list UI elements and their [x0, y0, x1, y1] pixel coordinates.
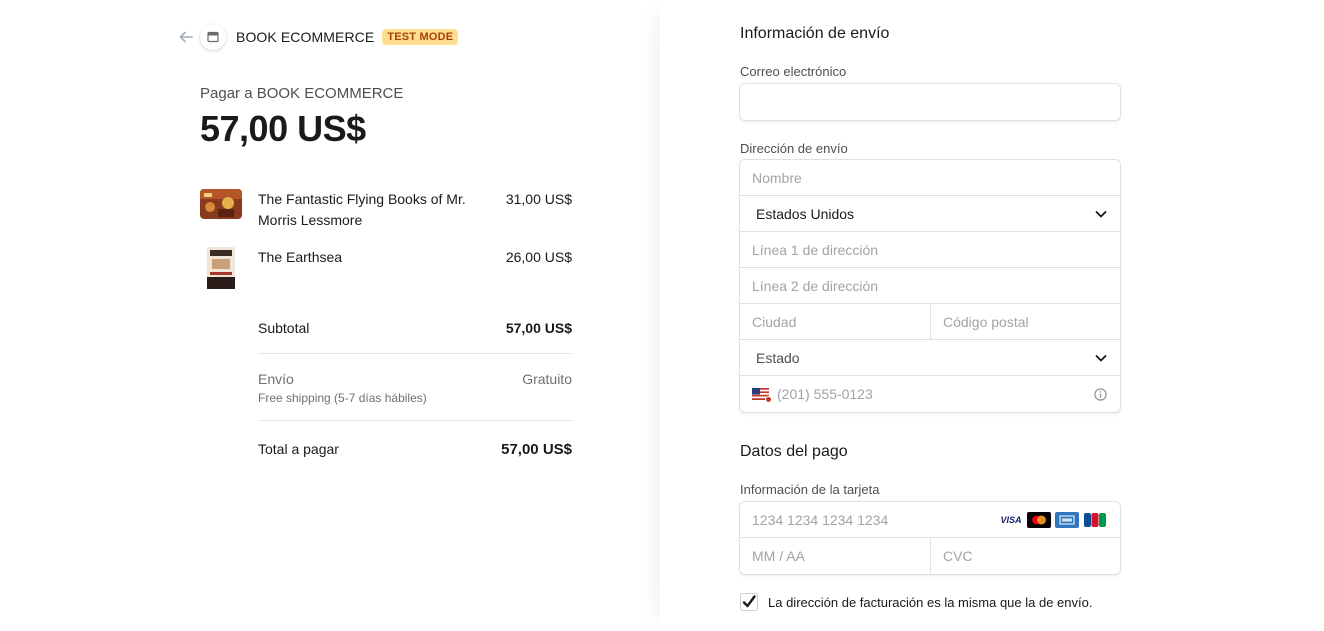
amex-icon [1055, 512, 1079, 528]
store-icon [200, 24, 226, 50]
expiry-cvc-row: MM / AA CVC [740, 538, 1120, 574]
city-postal-row: Ciudad Código postal [740, 304, 1120, 340]
total-row: Total a pagar 57,00 US$ [258, 441, 572, 458]
subtotal-row: Subtotal 57,00 US$ [258, 320, 572, 336]
city-input[interactable]: Ciudad [740, 304, 930, 339]
country-select[interactable]: Estados Unidos [740, 196, 1120, 232]
item-price: 26,00 US$ [505, 249, 572, 265]
divider [258, 420, 572, 421]
expiry-input[interactable]: MM / AA [740, 538, 930, 574]
address-line2-field[interactable]: Línea 2 de dirección [740, 268, 1120, 304]
item-name: The Fantastic Flying Books of Mr. Morris… [258, 191, 466, 228]
billing-same-label: La dirección de facturación es la misma … [768, 594, 1093, 610]
total-value: 57,00 US$ [501, 441, 572, 458]
back-arrow-icon[interactable] [178, 29, 194, 45]
card-number-field[interactable]: 1234 1234 1234 1234 VISA [740, 502, 1120, 538]
email-field[interactable] [739, 83, 1121, 121]
us-flag-icon[interactable] [752, 388, 772, 403]
item-name: The Earthsea [258, 249, 343, 265]
store-name: BOOK ECOMMERCE [236, 29, 375, 45]
header: BOOK ECOMMERCE TEST MODE [178, 24, 459, 50]
book-cover-image [200, 247, 242, 289]
order-summary-panel: BOOK ECOMMERCE TEST MODE Pagar a BOOK EC… [0, 0, 660, 631]
email-label: Correo electrónico [740, 64, 847, 79]
checkmark-icon [742, 595, 756, 608]
item-price: 31,00 US$ [505, 191, 572, 207]
mastercard-icon [1027, 512, 1051, 528]
total-amount: 57,00 US$ [200, 108, 366, 149]
phone-field[interactable]: (201) 555-0123 [740, 376, 1120, 412]
subtotal-value: 57,00 US$ [505, 320, 572, 336]
shipping-section-title: Información de envío [740, 25, 890, 42]
address-label: Dirección de envío [740, 141, 848, 156]
card-info-label: Información de la tarjeta [740, 482, 880, 497]
address-line1-field[interactable]: Línea 1 de dirección [740, 232, 1120, 268]
visa-icon: VISA [999, 512, 1023, 528]
billing-same-checkbox-row[interactable]: La dirección de facturación es la misma … [740, 593, 1092, 611]
address-line1-input[interactable]: Línea 1 de dirección [740, 232, 1120, 267]
phone-input[interactable]: (201) 555-0123 [777, 386, 873, 402]
country-value: Estados Unidos [756, 205, 855, 222]
cvc-input[interactable]: CVC [930, 538, 1120, 574]
name-field[interactable]: Nombre [740, 160, 1120, 196]
total-label: Total a pagar [258, 441, 339, 457]
shipping-value: Gratuito [522, 371, 572, 387]
billing-same-checkbox[interactable] [740, 593, 758, 611]
email-input[interactable] [740, 84, 1120, 120]
shipping-row: Envío Free shipping (5-7 días hábiles) G… [258, 371, 572, 405]
card-fieldset: 1234 1234 1234 1234 VISA MM / AA CVC [739, 501, 1121, 575]
name-input[interactable]: Nombre [740, 160, 1120, 195]
divider [258, 353, 572, 354]
info-icon[interactable] [1094, 388, 1107, 401]
chevron-down-icon [1095, 211, 1107, 218]
line-item: The Fantastic Flying Books of Mr. Morris… [200, 189, 572, 231]
book-cover-image [200, 189, 242, 219]
card-brand-logos: VISA [999, 512, 1107, 528]
jcb-icon [1083, 512, 1107, 528]
payment-section-title: Datos del pago [740, 443, 848, 460]
state-select[interactable]: Estado [740, 340, 1120, 376]
shipping-label: Envío [258, 371, 294, 387]
subtotal-label: Subtotal [258, 320, 310, 336]
address-fieldset: Nombre Estados Unidos Línea 1 de direcci… [739, 159, 1121, 413]
address-line2-input[interactable]: Línea 2 de dirección [740, 268, 1120, 303]
postal-code-input[interactable]: Código postal [930, 304, 1120, 339]
state-value: Estado [756, 349, 800, 366]
shipping-detail: Free shipping (5-7 días hábiles) [258, 391, 427, 405]
pay-to-label: Pagar a BOOK ECOMMERCE [200, 85, 404, 102]
chevron-down-icon [1095, 355, 1107, 362]
line-item: The Earthsea 26,00 US$ [200, 247, 572, 289]
test-mode-badge: TEST MODE [382, 29, 459, 45]
